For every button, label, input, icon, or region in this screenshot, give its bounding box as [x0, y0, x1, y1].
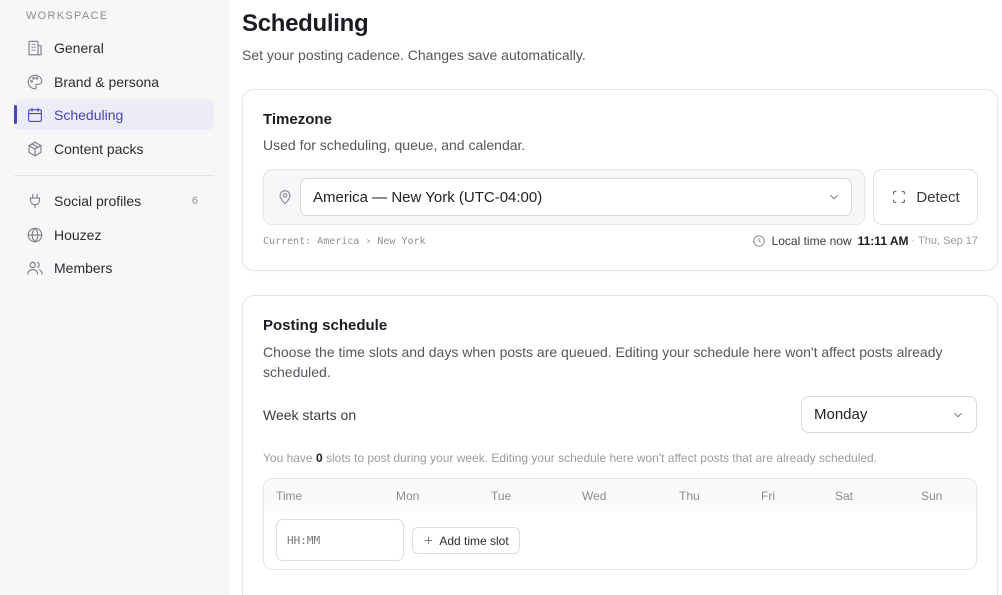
- timezone-title: Timezone: [263, 111, 332, 128]
- posting-schedule-card: Posting schedule Choose the time slots a…: [242, 295, 998, 595]
- sidebar-item-content-packs[interactable]: Content packs: [14, 133, 214, 164]
- schedule-grid: Time Mon Tue Wed Thu Fri Sat Sun Add tim…: [263, 478, 977, 570]
- package-icon: [25, 139, 45, 159]
- sidebar-item-scheduling[interactable]: Scheduling: [14, 99, 214, 130]
- chevron-down-icon: [827, 190, 841, 204]
- sidebar-item-brand-persona[interactable]: Brand & persona: [14, 66, 214, 97]
- column-header-mon: Mon: [396, 489, 420, 503]
- users-icon: [25, 258, 45, 278]
- sidebar-item-label: Social profiles: [54, 192, 142, 209]
- sidebar-item-label: Members: [54, 259, 113, 276]
- column-header-wed: Wed: [582, 489, 607, 503]
- page-subtitle: Set your posting cadence. Changes save a…: [242, 47, 586, 63]
- page-title: Scheduling: [242, 10, 369, 37]
- slots-count: 0: [315, 451, 323, 465]
- detect-button-label: Detect: [916, 188, 960, 206]
- posting-schedule-title: Posting schedule: [263, 317, 388, 334]
- current-timezone-label: Current: America › New York: [263, 236, 426, 247]
- clock-icon: [752, 235, 765, 247]
- slots-summary: You have 0 slots to post during your wee…: [263, 451, 877, 465]
- timezone-select-value: America — New York (UTC-04:00): [313, 188, 543, 206]
- column-header-sat: Sat: [835, 489, 854, 503]
- calendar-icon: [25, 105, 45, 125]
- column-header-sun: Sun: [921, 489, 943, 503]
- sidebar-item-social-profiles[interactable]: Social profiles 6: [14, 185, 214, 216]
- week-starts-value: Monday: [814, 406, 868, 423]
- week-starts-label: Week starts on: [263, 407, 357, 423]
- building-icon: [25, 38, 45, 58]
- timezone-picker-group: America — New York (UTC-04:00): [263, 169, 865, 225]
- sidebar-item-label: Houzez: [54, 226, 102, 243]
- sidebar-item-label: Content packs: [54, 140, 144, 157]
- column-header-time: Time: [276, 489, 303, 503]
- sidebar-section-label: WORKSPACE: [26, 10, 109, 22]
- column-header-fri: Fri: [761, 489, 775, 503]
- sidebar-item-members[interactable]: Members: [14, 252, 214, 283]
- timezone-select[interactable]: America — New York (UTC-04:00): [300, 178, 852, 216]
- scan-icon: [893, 191, 906, 203]
- plug-icon: [25, 191, 45, 211]
- sidebar-item-houzez[interactable]: Houzez: [14, 219, 214, 250]
- slots-suffix: slots to post during your week. Editing …: [325, 451, 878, 465]
- sidebar-divider: [14, 175, 214, 176]
- column-header-tue: Tue: [491, 489, 512, 503]
- add-time-slot-button[interactable]: Add time slot: [412, 527, 520, 554]
- slots-prefix: You have: [263, 451, 313, 465]
- sidebar-item-label: General: [54, 39, 104, 56]
- sidebar-item-general[interactable]: General: [14, 32, 214, 63]
- sidebar-item-label: Scheduling: [54, 106, 124, 123]
- local-time-display: Local time now 11:11 AM · Thu, Sep 17: [752, 234, 978, 248]
- sidebar-item-label: Brand & persona: [54, 73, 160, 90]
- time-slot-input[interactable]: [276, 519, 404, 561]
- timezone-description: Used for scheduling, queue, and calendar…: [263, 137, 526, 153]
- plus-icon: [425, 536, 433, 545]
- week-starts-select[interactable]: Monday: [801, 396, 977, 433]
- add-time-slot-label: Add time slot: [439, 533, 509, 548]
- palette-icon: [25, 72, 45, 92]
- local-time-value: 11:11 AM: [857, 234, 909, 248]
- timezone-card: Timezone Used for scheduling, queue, and…: [242, 89, 998, 271]
- schedule-grid-header: Time Mon Tue Wed Thu Fri Sat Sun: [264, 479, 976, 511]
- sidebar: WORKSPACE General Brand & persona Schedu…: [0, 0, 230, 595]
- count-badge: 6: [191, 194, 198, 207]
- posting-schedule-description: Choose the time slots and days when post…: [263, 344, 943, 380]
- map-pin-icon: [276, 188, 294, 206]
- local-date-value: · Thu, Sep 17: [911, 235, 978, 247]
- local-time-label: Local time now: [771, 234, 852, 248]
- chevron-down-icon: [951, 408, 965, 422]
- column-header-thu: Thu: [679, 489, 700, 503]
- detect-button[interactable]: Detect: [873, 169, 978, 225]
- globe-icon: [25, 225, 45, 245]
